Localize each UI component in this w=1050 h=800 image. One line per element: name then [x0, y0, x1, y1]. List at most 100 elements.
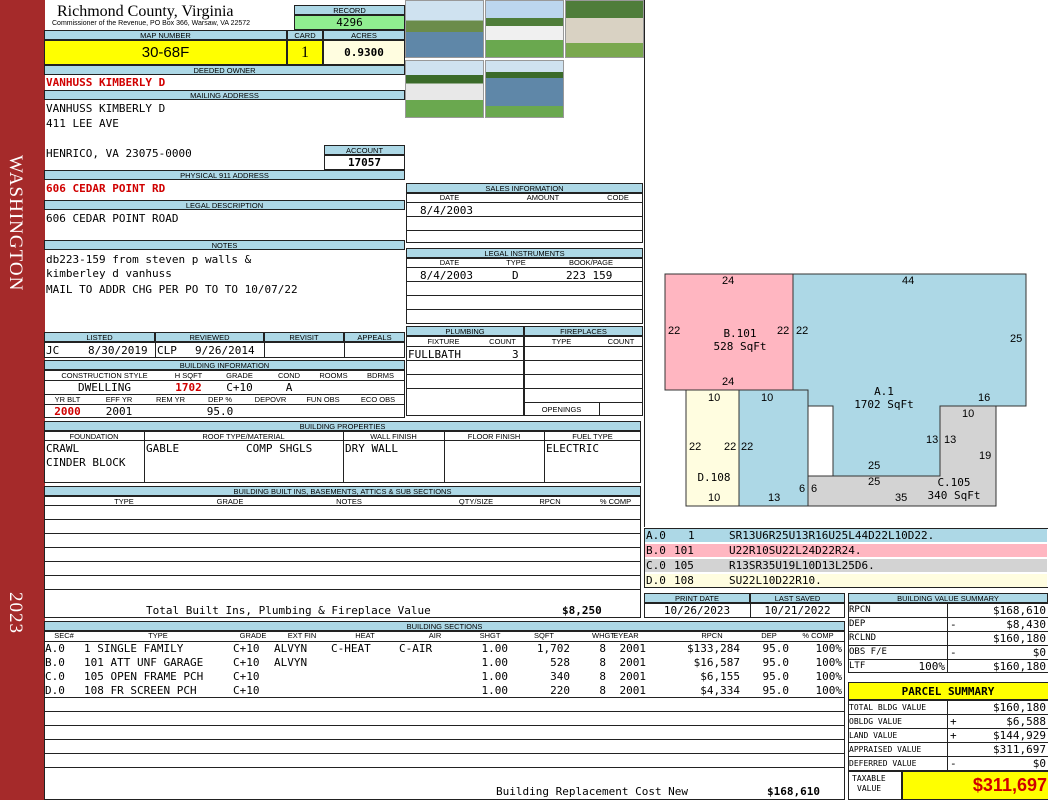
section-cell: D.0 [45, 684, 65, 697]
sketch-b-code: B.101 [723, 327, 757, 340]
building-sections-header: BUILDING SECTIONS [44, 621, 845, 631]
sk-dim: 22 [777, 325, 790, 337]
sections-col-header: WHGT [592, 631, 615, 640]
listed-date: 8/30/2019 [88, 344, 148, 357]
section-cell: 100% [815, 670, 843, 683]
section-cell: C+10 [233, 642, 260, 655]
dep-label: DEP % [207, 395, 233, 404]
county-title: Richmond County, Virginia [57, 3, 234, 20]
mailing-line-1: VANHUSS KIMBERLY D [46, 102, 166, 115]
legend-row-a[interactable]: A.0 1 SR13U6R25U13R16U25L44D22L10D22. [645, 529, 1047, 542]
parcel-summary-title: PARCEL SUMMARY [901, 685, 995, 698]
sections-col-header: % COMP [802, 631, 834, 640]
effyr-label: EFF YR [105, 395, 133, 404]
openings-label: OPENINGS [541, 405, 582, 414]
sections-col-header: HEAT [355, 631, 375, 640]
year-built: 2000 [54, 405, 81, 418]
tax-year: 2023 [5, 592, 26, 634]
sk-dim: 22 [796, 325, 809, 337]
sk-dim: 10 [962, 408, 975, 420]
plumb-count-label: COUNT [489, 337, 516, 346]
divider [406, 374, 643, 375]
divider [406, 346, 643, 347]
section-cell: 1.00 [481, 684, 509, 697]
wall-finish: DRY WALL [345, 442, 398, 455]
section-cell: 1.00 [481, 642, 509, 655]
sections-col-header: SQFT [534, 631, 554, 640]
property-photo-5[interactable] [485, 60, 564, 118]
legend-row-d[interactable]: D.0 108 SU22L10D22R10. [645, 574, 1047, 587]
divider [44, 561, 641, 562]
sketch-label-d: D.108 [697, 471, 731, 484]
commissioner-address: Commissioner of the Revenue, PO Box 366,… [52, 20, 251, 27]
floor-label: FLOOR FINISH [467, 432, 521, 441]
section-cell: 1.00 [481, 656, 509, 669]
section-cell: 108 FR SCREEN PCH [84, 684, 197, 697]
reviewed-header: REVIEWED [155, 332, 264, 342]
legend-path: SR13U6R25U13R16U25L44D22L10D22. [729, 529, 935, 542]
section-cell: 2001 [619, 642, 647, 655]
section-row[interactable]: B.0 101 ATT UNF GARAGE C+10 ALVYN 1.00 528 8 20… [44, 656, 845, 669]
divider [406, 267, 643, 268]
sales-amount-label: AMOUNT [526, 193, 560, 202]
legend-row-b[interactable]: B.0 101 U22R10SU22L24D22R24. [645, 544, 1047, 557]
sk-dim: 22 [668, 325, 681, 337]
sketch-labels: B.101 528 SqFt A.1 1702 SqFt C.105 340 SqFt… [644, 0, 1048, 527]
sk-dim: 44 [902, 275, 915, 287]
sections-col-header: TYPE [148, 631, 168, 640]
section-cell: 8 [599, 656, 606, 669]
sk-dim: 24 [722, 275, 735, 287]
legend-row-c[interactable]: C.0 105 R13SR35U19L10D13L25D6. [645, 559, 1047, 572]
last-saved-header: LAST SAVED [750, 593, 845, 603]
depovr-label: DEPOVR [254, 395, 287, 404]
heated-sqft: 1702 [175, 381, 202, 394]
li-bookpage-label: BOOK/PAGE [568, 258, 614, 267]
sections-col-header: SHGT [479, 631, 501, 640]
section-cell: 95.0 [762, 684, 790, 697]
section-cell: 2001 [619, 684, 647, 697]
acres-header: ACRES [323, 30, 405, 40]
fireplaces-header: FIREPLACES [524, 326, 643, 336]
legend-code: 108 [674, 574, 694, 587]
sections-col-header: AIR [428, 631, 442, 640]
card-header: CARD [287, 30, 323, 40]
vs-dep: $8,430 [1006, 618, 1046, 631]
ps-obldg-label: OBLDG VALUE [849, 717, 902, 726]
property-photo-4[interactable] [405, 60, 484, 118]
sections-col-header: DEP [761, 631, 777, 640]
section-cell: 101 ATT UNF GARAGE [84, 656, 204, 669]
instrument-date: 8/4/2003 [420, 269, 473, 282]
map-number-box: 30-68F [44, 40, 287, 65]
divider [44, 767, 845, 768]
physical-address-header: PHYSICAL 911 ADDRESS [44, 170, 405, 180]
section-cell: 105 OPEN FRAME PCH [84, 670, 204, 683]
divider [406, 388, 643, 389]
fixture-count: 3 [512, 348, 519, 361]
account-number: 17057 [347, 156, 382, 169]
fixture-name: FULLBATH [408, 348, 461, 361]
acres-value: 0.9300 [344, 46, 384, 59]
divider [524, 402, 643, 403]
property-photo-2[interactable] [485, 0, 564, 58]
mailing-address-header: MAILING ADDRESS [44, 90, 405, 100]
builtins-total-value: $8,250 [562, 604, 602, 617]
sk-dim: 22 [741, 441, 754, 453]
sk-dim: 10 [761, 392, 774, 404]
grade-label: GRADE [226, 371, 253, 380]
section-row[interactable]: C.0 105 OPEN FRAME PCH C+10 1.00 340 8 2001 $6,… [44, 670, 845, 683]
instrument-bookpage: 223 159 [566, 269, 613, 282]
remyr-label: REM YR [155, 395, 186, 404]
vs-ltf-pct: 100% [918, 660, 946, 673]
section-cell: 220 [550, 684, 570, 697]
section-row[interactable]: A.0 1 SINGLE FAMILY C+10 ALVYN C-HEAT C-AIR 1.… [44, 642, 845, 655]
section-cell: $133,284 [687, 642, 740, 655]
property-photo-3[interactable] [565, 0, 644, 58]
section-cell: C+10 [233, 656, 260, 669]
section-cell: 2001 [619, 670, 647, 683]
divider [406, 230, 643, 231]
section-cell: C-AIR [399, 642, 433, 655]
section-row[interactable]: D.0 108 FR SCREEN PCH C+10 1.00 220 8 2001 $4,3… [44, 684, 845, 697]
divider [406, 295, 643, 296]
property-photo-1[interactable] [405, 0, 484, 58]
legend-sec: A.0 [646, 529, 666, 542]
